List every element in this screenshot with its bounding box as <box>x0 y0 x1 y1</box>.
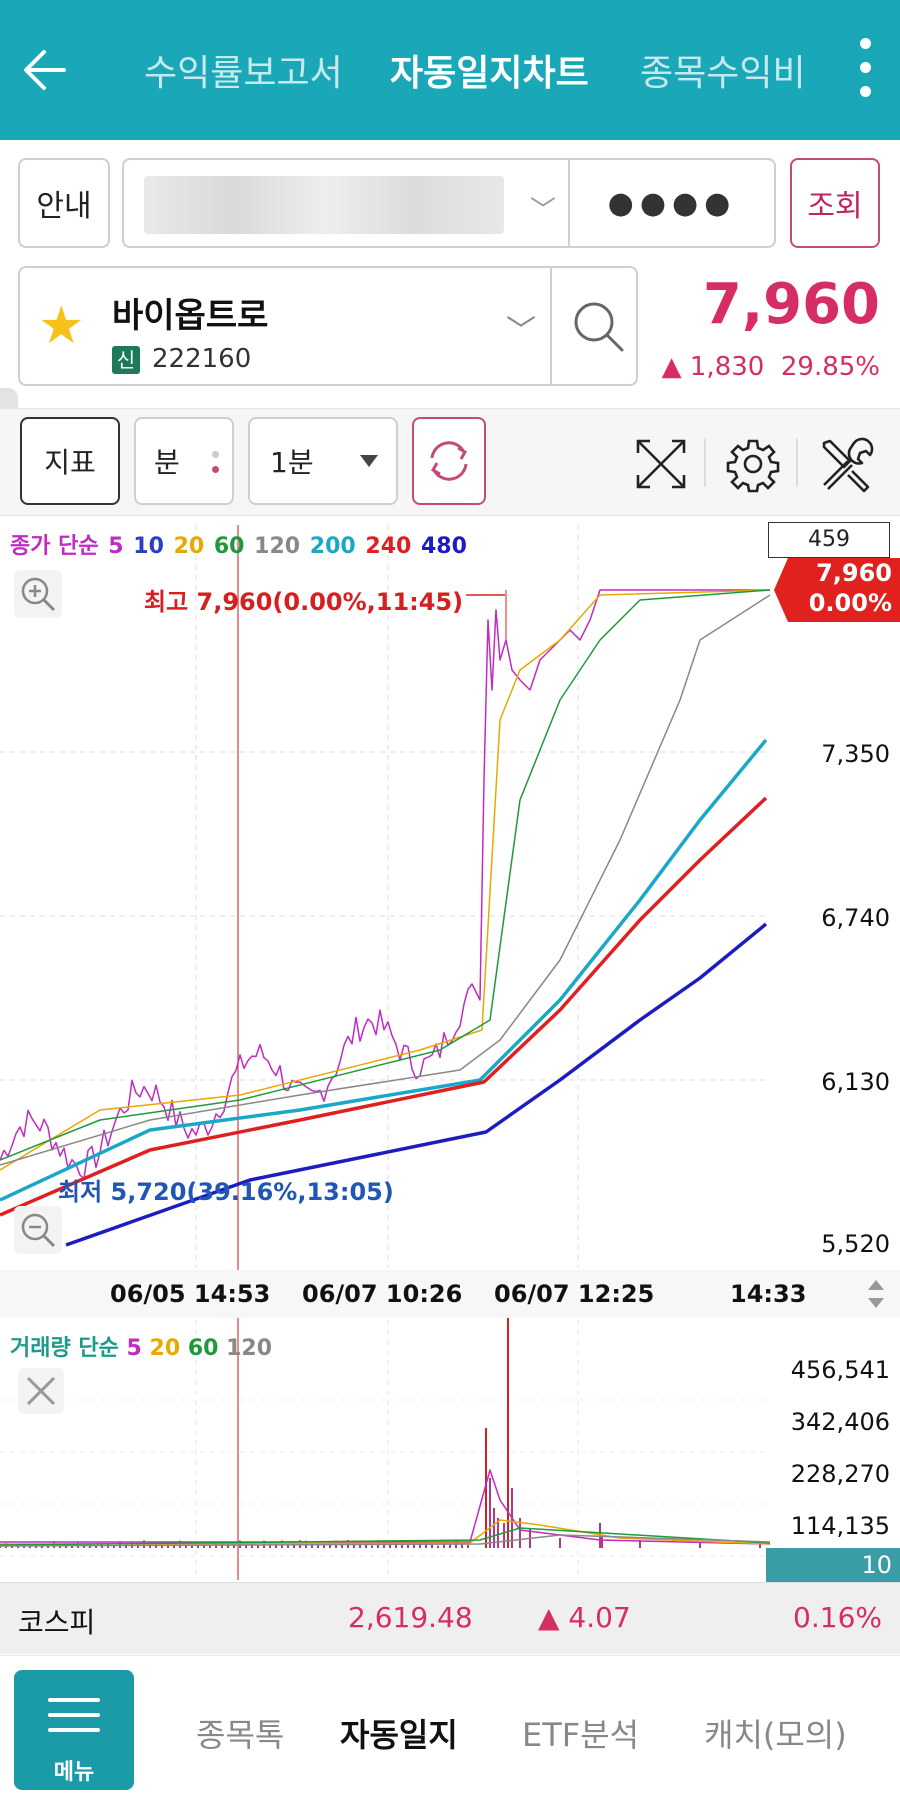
nav-item-auto-journal[interactable]: 자동일지 <box>340 1710 458 1756</box>
more-menu-icon[interactable] <box>858 38 872 102</box>
inquiry-button[interactable]: 조회 <box>790 158 880 248</box>
tab-auto-journal-chart[interactable]: 자동일지차트 <box>390 44 589 96</box>
ma-legend: 종가 단순 5 10 20 60 120 200 240 480 <box>10 528 469 560</box>
chart-canvas[interactable] <box>0 517 900 1582</box>
ma-period: 10 <box>133 534 164 559</box>
ma-period: 5 <box>108 534 124 559</box>
ma-period: 20 <box>173 534 205 559</box>
nav-item-etf-analysis[interactable]: ETF분석 <box>522 1710 639 1756</box>
last-price-pct: 0.00% <box>808 589 892 617</box>
vol-period: 20 <box>149 1336 181 1361</box>
menu-label: 메뉴 <box>53 1760 95 1785</box>
high-price-label: 최고 7,960(0.00%,11:45) <box>144 588 464 616</box>
unit-toggle-icon <box>212 451 220 481</box>
ma-period: 60 <box>213 534 245 559</box>
password-field[interactable]: ●●●● <box>568 158 776 248</box>
zoom-out-icon <box>21 1213 56 1248</box>
x-tick-label: 06/07 10:26 <box>302 1280 463 1308</box>
divider <box>550 268 552 384</box>
cursor-count-box: 459 <box>768 522 890 558</box>
index-name: 코스피 <box>18 1606 96 1639</box>
vol-period: 120 <box>226 1336 273 1361</box>
price-chart[interactable] <box>0 517 900 1582</box>
volume-tick-label: 342,406 <box>790 1408 890 1436</box>
x-tick-label: 06/07 12:25 <box>494 1280 655 1308</box>
fullscreen-icon[interactable] <box>632 435 690 493</box>
close-icon <box>26 1376 56 1406</box>
market-index-bar[interactable]: 코스피 2,619.48 ▲ 4.07 0.16% <box>0 1582 900 1654</box>
interval-dropdown[interactable]: 1분 <box>248 417 398 505</box>
ma-period: 240 <box>365 534 412 559</box>
back-arrow-icon[interactable] <box>20 40 80 100</box>
current-price: 7,960 <box>702 272 880 337</box>
ma-legend-prefix: 종가 단순 <box>10 534 99 559</box>
volume-last-marker: 10 <box>766 1548 900 1582</box>
nav-item-stock-talk[interactable]: 종목톡 <box>196 1710 284 1756</box>
y-tick-label: 7,350 <box>821 740 890 768</box>
volume-tick-label: 228,270 <box>790 1460 890 1488</box>
dropdown-arrow-icon <box>360 455 378 467</box>
volume-ma-line <box>0 1469 771 1545</box>
stock-code: 222160 <box>152 344 252 374</box>
refresh-button[interactable] <box>412 417 486 505</box>
chart-toolbar: 지표 분 1분 <box>0 408 900 516</box>
volume-legend-prefix: 거래량 단순 <box>10 1336 119 1361</box>
ma-period: 480 <box>421 534 467 559</box>
stock-name: 바이옵트로 <box>112 296 269 336</box>
account-select[interactable]: ﹀ <box>122 158 570 248</box>
chevron-down-icon[interactable]: ﹀ <box>506 306 536 350</box>
zoom-in-icon <box>21 577 56 612</box>
ma-period: 200 <box>309 534 356 559</box>
bottom-navigation: 메뉴 종목톡 자동일지 ETF분석 캐치(모의) <box>0 1655 900 1803</box>
ma-line <box>0 589 771 1161</box>
zoom-in-button[interactable] <box>14 570 62 618</box>
price-line <box>0 589 770 1180</box>
chevron-down-icon: ﹀ <box>529 196 556 226</box>
interval-label: 1분 <box>270 446 314 479</box>
volume-legend: 거래량 단순 5 20 60 120 <box>10 1330 272 1362</box>
price-change: ▲ 1,830 29.85% <box>662 352 880 382</box>
index-value: 2,619.48 <box>348 1601 473 1634</box>
guide-button[interactable]: 안내 <box>18 158 110 248</box>
indicator-button[interactable]: 지표 <box>20 417 120 505</box>
tab-stock-profit[interactable]: 종목수익비 <box>640 44 806 96</box>
search-icon[interactable] <box>568 290 628 360</box>
last-price-marker: 7,960 0.00% <box>774 558 900 622</box>
tab-profit-report[interactable]: 수익률보고서 <box>144 44 343 96</box>
zoom-out-button[interactable] <box>14 1206 62 1254</box>
y-tick-label: 5,520 <box>821 1230 890 1258</box>
vol-period: 60 <box>187 1336 219 1361</box>
unit-select[interactable]: 분 <box>134 417 234 505</box>
hamburger-icon <box>48 1698 100 1743</box>
index-change: ▲ 4.07 <box>538 1601 631 1634</box>
y-tick-label: 6,740 <box>821 904 890 932</box>
y-tick-label: 6,130 <box>821 1068 890 1096</box>
tools-icon[interactable] <box>816 435 874 493</box>
divider <box>796 439 798 487</box>
ma-period: 120 <box>254 534 301 559</box>
vol-period: 5 <box>126 1336 142 1361</box>
volume-tick-label: 456,541 <box>790 1356 890 1384</box>
x-tick-label: 06/05 14:53 <box>110 1280 271 1308</box>
gear-icon[interactable] <box>724 435 782 493</box>
account-number-blurred <box>144 176 504 234</box>
menu-button[interactable]: 메뉴 <box>14 1670 134 1790</box>
volume-tick-label: 114,135 <box>790 1512 890 1540</box>
x-tick-label: 14:33 <box>730 1280 807 1308</box>
refresh-icon <box>430 441 468 481</box>
scroll-updown-icon[interactable] <box>864 1276 888 1312</box>
app-header: 수익률보고서 자동일지차트 종목수익비 <box>0 0 900 140</box>
nav-item-catch-mock[interactable]: 캐치(모의) <box>704 1710 847 1756</box>
change-value: ▲ 1,830 <box>661 352 765 382</box>
close-volume-button[interactable] <box>18 1368 64 1414</box>
index-percent: 0.16% <box>793 1601 882 1634</box>
last-price-value: 7,960 <box>816 559 892 587</box>
change-percent: 29.85% <box>780 352 880 382</box>
unit-label: 분 <box>154 446 180 479</box>
market-badge: 신 <box>112 346 140 374</box>
divider <box>704 439 706 487</box>
stock-selector[interactable]: ★ 바이옵트로 신 222160 ﹀ <box>18 266 638 386</box>
star-favorite-icon[interactable]: ★ <box>38 300 85 352</box>
low-price-label: 최저 5,720(39.16%,13:05) <box>58 1178 394 1206</box>
